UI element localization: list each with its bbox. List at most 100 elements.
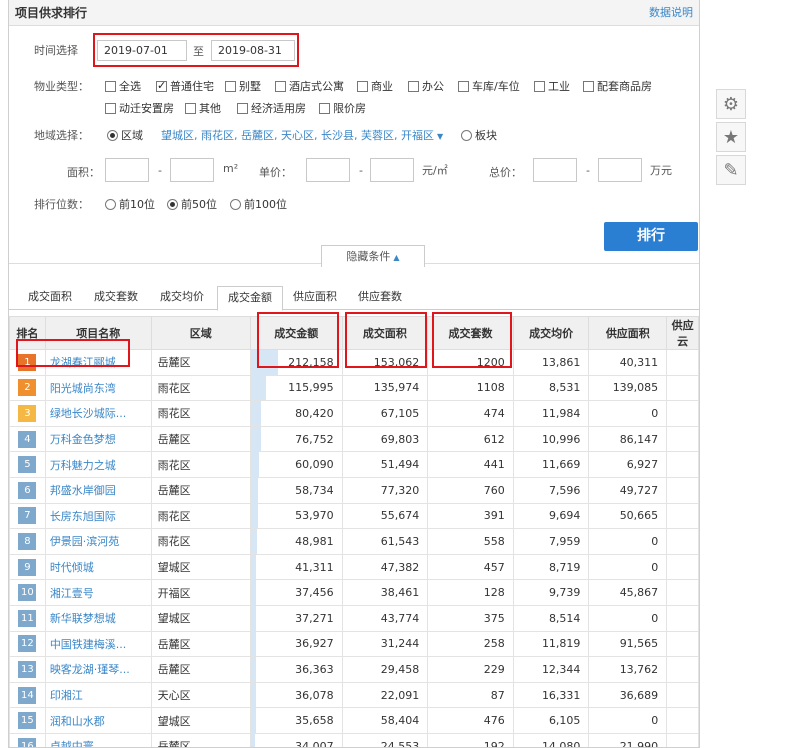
column-header[interactable]: 供应云 [666,316,699,350]
total-min-input[interactable] [533,158,577,182]
table-row[interactable]: 4 万科金色梦想 岳麓区 76,752 69,803 612 10,996 86,147 [9,425,699,453]
amount-value: 37,271 [295,611,334,625]
district-cell: 岳麓区 [150,476,251,504]
avg-price-cell: 11,669 [512,451,590,478]
rank-cell: 8 [9,528,46,555]
total-max-input[interactable] [598,158,642,182]
area-select-dropdown[interactable]: 望城区, 雨花区, 岳麓区, 天心区, 长沙县, 芙蓉区, 开福区 ▼ [161,127,443,143]
column-header[interactable]: 成交均价 [512,316,590,350]
area-cell: 55,674 [341,502,429,530]
highlight-box-date [93,33,299,67]
radio-district[interactable]: 区域 [107,127,143,143]
radio-dot [230,198,241,210]
amount-value: 212,158 [288,355,334,369]
property-checkbox[interactable]: 配套商品房 [583,78,652,94]
table-row[interactable]: 15 润和山水郡 望城区 35,658 58,404 476 6,105 0 [9,707,699,734]
amount-value: 53,970 [295,509,334,523]
project-name-link[interactable]: 印湘江 [44,681,152,709]
amount-value: 35,658 [295,714,334,728]
table-row[interactable]: 13 映客龙湖·瑾琴... 岳麓区 36,363 29,458 229 12,344 13,7… [9,656,699,683]
table-row[interactable]: 14 印湘江 天心区 36,078 22,091 87 16,331 36,689 [9,681,699,709]
rank-button[interactable]: 排行 [604,222,698,251]
project-name-link[interactable]: 卓越中寰 [44,732,152,747]
project-name-link[interactable]: 万科金色梦想 [44,425,152,453]
tab-1[interactable]: 成交套数 [87,286,145,310]
table-row[interactable]: 10 湘江壹号 开福区 37,456 38,461 128 9,739 45,867 [9,579,699,606]
property-checkbox[interactable]: 商业 [357,78,393,94]
table-row[interactable]: 16 卓越中寰 岳麓区 34,007 24,553 192 14,080 21,990 [9,732,699,748]
supply-units-cell [666,400,699,427]
table-row[interactable]: 8 伊景园·滨河苑 雨花区 48,981 61,543 558 7,959 0 [9,528,699,555]
project-name-link[interactable]: 中国铁建梅溪... [44,630,152,658]
district-cell: 望城区 [150,553,251,581]
rank-position-radio[interactable]: 前50位 [167,196,217,212]
checkbox-label: 其他 [199,102,221,115]
tab-0[interactable]: 成交面积 [21,286,79,310]
area-cell: 51,494 [341,451,429,478]
amount-cell: 36,363 [249,656,343,683]
amount-bar [251,683,256,707]
supply-area-cell: 0 [588,400,668,427]
rank-position-radio[interactable]: 前100位 [230,196,287,212]
project-name-link[interactable]: 湘江壹号 [44,579,152,606]
radio-block[interactable]: 板块 [461,127,497,143]
radio-dot [461,129,472,141]
project-name-link[interactable]: 邦盛水岸御园 [44,476,152,504]
area-max-input[interactable] [170,158,214,182]
project-name-link[interactable]: 映客龙湖·瑾琴... [44,656,152,683]
table-row[interactable]: 9 时代倾城 望城区 41,311 47,382 457 8,719 0 [9,553,699,581]
amount-value: 34,007 [295,739,334,748]
column-header[interactable]: 供应面积 [588,316,668,350]
table-row[interactable]: 2 阳光城尚东湾 雨花区 115,995 135,974 1108 8,531 139,085 [9,374,699,402]
property-checkbox[interactable]: 限价房 [319,100,366,116]
project-name-link[interactable]: 新华联梦想城 [44,604,152,632]
table-row[interactable]: 12 中国铁建梅溪... 岳麓区 36,927 31,244 258 11,819 91,56… [9,630,699,658]
table-row[interactable]: 3 绿地长沙城际... 雨花区 80,420 67,105 474 11,984 0 [9,400,699,427]
tab-5[interactable]: 供应套数 [351,286,409,310]
property-checkbox[interactable]: 动迁安置房 [105,100,174,116]
rank-cell: 14 [9,681,46,709]
project-name-link[interactable]: 润和山水郡 [44,707,152,734]
tab-3[interactable]: 成交金额 [217,286,283,311]
supply-units-cell [666,707,699,734]
tab-4[interactable]: 供应面积 [285,286,345,310]
project-name-link[interactable]: 长房东旭国际 [44,502,152,530]
area-cell: 69,803 [341,425,429,453]
rank-badge: 7 [18,507,37,525]
hide-conditions-toggle[interactable]: 隐藏条件 ▲ [321,245,425,267]
area-cell: 29,458 [341,656,429,683]
project-name-link[interactable]: 时代倾城 [44,553,152,581]
gear-icon[interactable]: ⚙ [716,89,746,119]
property-checkbox[interactable]: 全选 [105,78,141,94]
tab-2[interactable]: 成交均价 [153,286,211,310]
column-header[interactable]: 区域 [150,316,251,350]
range-dash: - [586,164,590,177]
data-help-link[interactable]: 数据说明 [649,4,693,20]
project-name-link[interactable]: 绿地长沙城际... [44,400,152,427]
checkbox-box [225,80,236,92]
table-row[interactable]: 5 万科魅力之城 雨花区 60,090 51,494 441 11,669 6,927 [9,451,699,478]
property-checkbox[interactable]: 别墅 [225,78,261,94]
price-max-input[interactable] [370,158,414,182]
rank-position-radio[interactable]: 前10位 [105,196,155,212]
property-checkbox[interactable]: 酒店式公寓 [275,78,344,94]
project-name-link[interactable]: 伊景园·滨河苑 [44,528,152,555]
edit-icon[interactable]: ✎ [716,155,746,185]
property-checkbox[interactable]: 其他 [185,100,221,116]
project-name-link[interactable]: 万科魅力之城 [44,451,152,478]
amount-bar [251,376,266,400]
property-checkbox[interactable]: 工业 [534,78,570,94]
star-icon[interactable]: ★ [716,122,746,152]
amount-bar [251,632,256,656]
property-checkbox[interactable]: 车库/车位 [458,78,520,94]
price-min-input[interactable] [306,158,350,182]
property-checkbox[interactable]: 办公 [408,78,444,94]
table-row[interactable]: 7 长房东旭国际 雨花区 53,970 55,674 391 9,694 50,665 [9,502,699,530]
project-name-link[interactable]: 阳光城尚东湾 [44,374,152,402]
table-row[interactable]: 6 邦盛水岸御园 岳麓区 58,734 77,320 760 7,596 49,727 [9,476,699,504]
property-checkbox[interactable]: 经济适用房 [237,100,306,116]
area-min-input[interactable] [105,158,149,182]
property-checkbox[interactable]: 普通住宅 [156,78,214,94]
table-row[interactable]: 11 新华联梦想城 望城区 37,271 43,774 375 8,514 0 [9,604,699,632]
radio-label: 前10位 [119,198,155,211]
